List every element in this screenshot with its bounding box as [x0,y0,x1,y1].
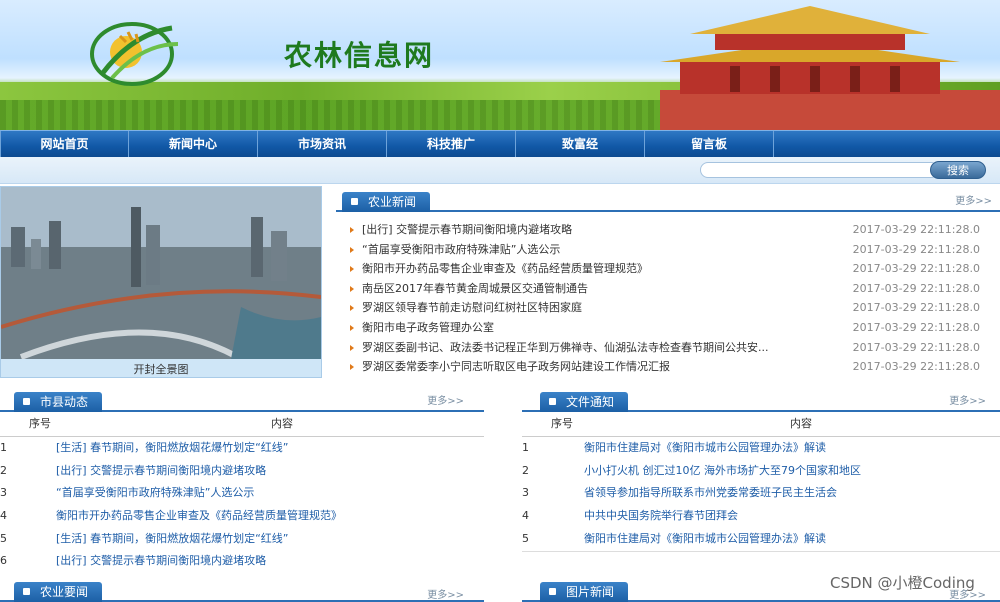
main-nav: 网站首页 新闻中心 市场资讯 科技推广 致富经 留言板 [0,130,1000,157]
table-row[interactable]: 3 “首届享受衡阳市政府特殊津贴”人选公示 [0,482,484,505]
table-row[interactable]: 2 小小打火机 创汇过10亿 海外市场扩大至79个国家和地区 [522,460,1000,483]
table-row[interactable]: 3 省领导参加指导所联系市州党委常委班子民主生活会 [522,482,1000,505]
table-row[interactable]: 1 衡阳市住建局对《衡阳市城市公园管理办法》解读 [522,437,1000,460]
palace-image [660,6,1000,130]
city-panorama-image[interactable] [1,187,321,359]
site-banner: 农林信息网 [0,0,1000,130]
table-row[interactable]: 2 [出行] 交警提示春节期间衡阳境内避堵攻略 [0,460,484,483]
county-table: 序号 内容 1 [生活] 春节期间，衡阳燃放烟花爆竹划定“红线” 2 [出行] 交警… [0,412,484,573]
agri-key-section: 农业要闻 更多>> [0,578,484,602]
agri-news-header: 农业新闻 更多>> [336,186,1000,212]
county-header: 市县动态 更多>> [0,386,484,412]
table-header: 序号 内容 [522,412,1000,437]
docs-header: 文件通知 更多>> [522,386,1000,412]
table-row[interactable]: 5 [生活] 春节期间，衡阳燃放烟花爆竹划定“红线” [0,528,484,551]
agri-news-title: 农业新闻 [342,192,431,212]
docs-more-link[interactable]: 更多>> [949,392,986,407]
table-row[interactable]: 4 中共中央国务院举行春节团拜会 [522,505,1000,528]
nav-wealth[interactable]: 致富经 [516,131,645,157]
list-item[interactable]: “首届享受衡阳市政府特殊津贴”人选公示 2017-03-29 22:11:28.0 [336,240,1000,260]
county-section: 市县动态 更多>> 序号 内容 1 [生活] 春节期间，衡阳燃放烟花爆竹划定“红线… [0,386,484,576]
list-item[interactable]: 衡阳市开办药品零售企业审查及《药品经营质量管理规范》 2017-03-29 22:… [336,259,1000,279]
agri-key-header: 农业要闻 更多>> [0,578,484,602]
nav-tech[interactable]: 科技推广 [387,131,516,157]
panorama-photo: 开封全景图 [0,186,322,378]
list-item[interactable]: 罗湖区委副书记、政法委书记程正华到万佛禅寺、仙湖弘法寺检查春节期间公共安... 2… [336,338,1000,358]
county-more-link[interactable]: 更多>> [427,392,464,407]
docs-section: 文件通知 更多>> 序号 内容 1 衡阳市住建局对《衡阳市城市公园管理办法》解读 … [522,386,1000,552]
agri-news-list: [出行] 交警提示春节期间衡阳境内避堵攻略 2017-03-29 22:11:28… [336,220,1000,377]
list-item[interactable]: 衡阳市电子政务管理办公室 2017-03-29 22:11:28.0 [336,318,1000,338]
agri-key-more-link[interactable]: 更多>> [427,586,464,601]
search-input[interactable] [700,162,939,178]
photo-caption: 开封全景图 [133,363,189,376]
list-item[interactable]: 南岳区2017年春节黄金周城景区交通管制通告 2017-03-29 22:11:2… [336,279,1000,299]
site-name: 农林信息网 [284,39,435,72]
nav-market[interactable]: 市场资讯 [258,131,387,157]
table-row[interactable]: 6 [出行] 交警提示春节期间衡阳境内避堵攻略 [0,550,484,573]
csdn-watermark: CSDN @小橙Coding [830,574,975,592]
table-row[interactable]: 1 [生活] 春节期间，衡阳燃放烟花爆竹划定“红线” [0,437,484,460]
list-item[interactable]: 罗湖区领导春节前走访慰问红树社区特困家庭 2017-03-29 22:11:28.… [336,298,1000,318]
table-header: 序号 内容 [0,412,484,437]
county-title: 市县动态 [14,392,103,412]
banner-field [0,100,660,130]
docs-title: 文件通知 [540,392,629,412]
nav-news-center[interactable]: 新闻中心 [129,131,258,157]
table-row[interactable]: 5 衡阳市住建局对《衡阳市城市公园管理办法》解读 [522,528,1000,551]
nav-home[interactable]: 网站首页 [0,131,129,157]
list-item[interactable]: 罗湖区委常委李小宁同志听取区电子政务网站建设工作情况汇报 2017-03-29 2… [336,357,1000,377]
nav-guestbook[interactable]: 留言板 [645,131,774,157]
list-item[interactable]: [出行] 交警提示春节期间衡阳境内避堵攻略 2017-03-29 22:11:28… [336,220,1000,240]
pic-news-title: 图片新闻 [540,582,629,602]
docs-table: 序号 内容 1 衡阳市住建局对《衡阳市城市公园管理办法》解读 2 小小打火机 创汇过… [522,412,1000,550]
agri-key-title: 农业要闻 [14,582,103,602]
search-bar: 搜索 [0,157,1000,184]
wheat-logo-icon [90,22,179,86]
agri-news-section: 农业新闻 更多>> [出行] 交警提示春节期间衡阳境内避堵攻略 2017-03-2… [336,186,1000,378]
search-button[interactable]: 搜索 [930,161,986,179]
agri-news-more-link[interactable]: 更多>> [955,192,992,207]
table-row[interactable]: 4 衡阳市开办药品零售企业审查及《药品经营质量管理规范》 [0,505,484,528]
